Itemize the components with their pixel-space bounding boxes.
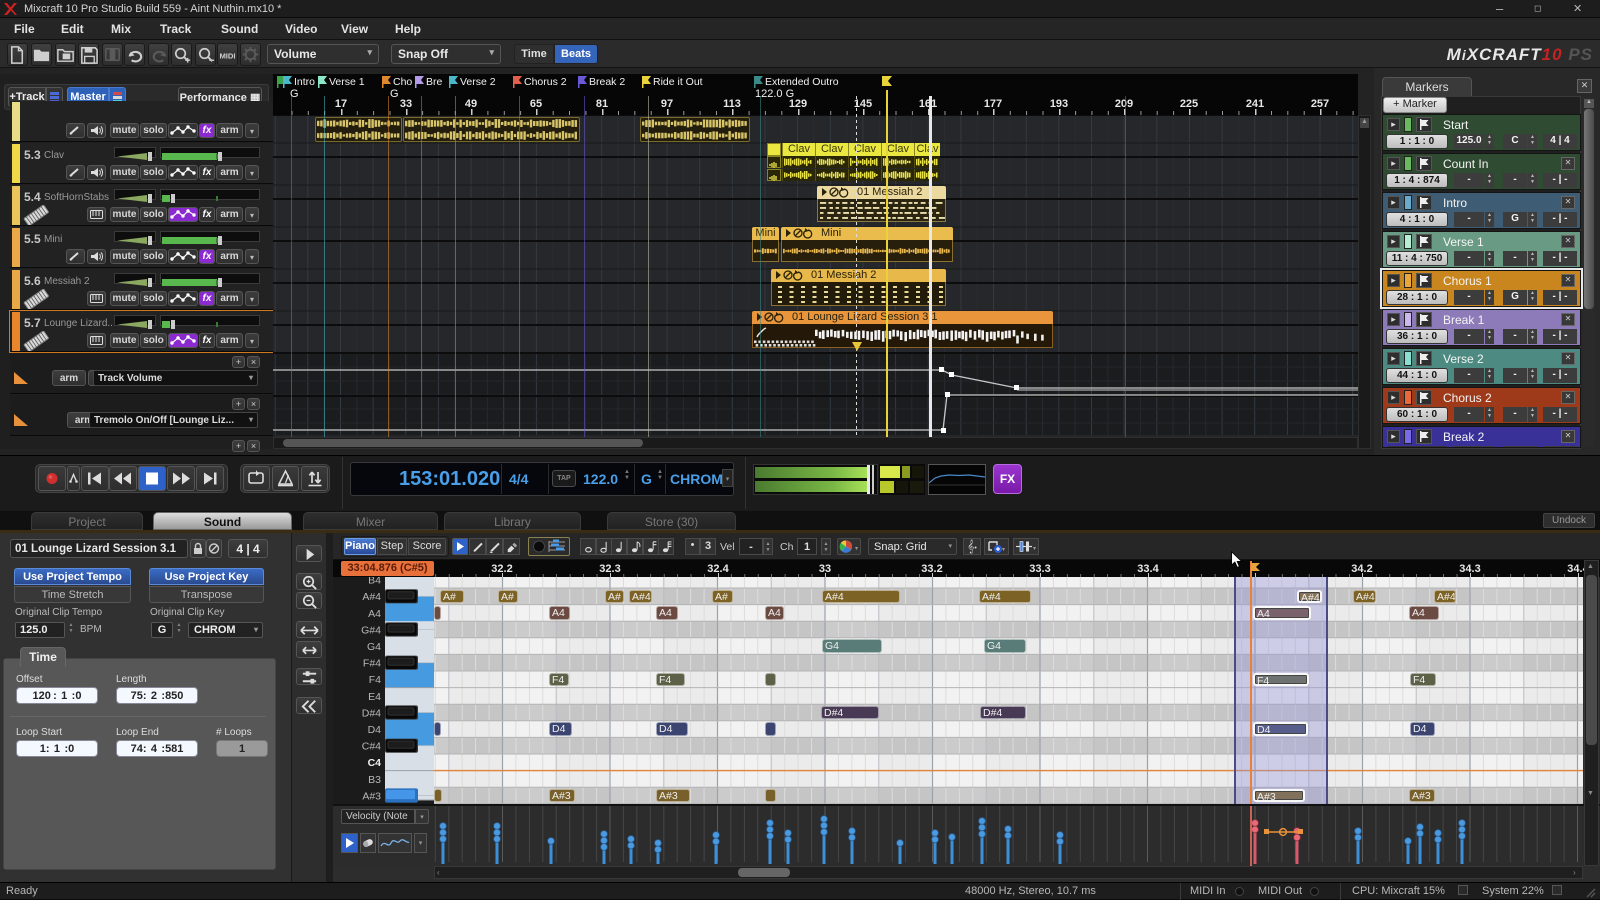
svg-text:225: 225 (1180, 98, 1198, 110)
svg-text:A4: A4 (368, 608, 381, 620)
svg-text:193: 193 (1050, 98, 1068, 110)
svg-text:97: 97 (661, 98, 673, 110)
svg-text:17: 17 (335, 98, 347, 110)
svg-text:113: 113 (723, 98, 741, 110)
svg-text:MIDI: MIDI (219, 51, 235, 60)
svg-text:A#3: A#3 (362, 790, 381, 802)
svg-text:177: 177 (984, 98, 1002, 110)
svg-text:B4: B4 (368, 577, 381, 587)
svg-text:E4: E4 (368, 691, 381, 703)
svg-text:A#4: A#4 (362, 591, 381, 603)
svg-text:B3: B3 (368, 774, 381, 786)
svg-text:33: 33 (400, 98, 412, 110)
svg-text:G#4: G#4 (361, 624, 381, 636)
svg-text:65: 65 (530, 98, 542, 110)
svg-text:D4: D4 (368, 724, 382, 736)
svg-text:81: 81 (596, 98, 608, 110)
svg-text:257: 257 (1311, 98, 1329, 110)
svg-text:G4: G4 (367, 641, 381, 653)
svg-text:C4: C4 (368, 757, 382, 769)
svg-text:161: 161 (919, 98, 937, 110)
svg-text:▾: ▾ (855, 546, 858, 552)
svg-text:241: 241 (1246, 98, 1264, 110)
svg-text:209: 209 (1115, 98, 1133, 110)
svg-text:▾: ▾ (1033, 546, 1036, 552)
svg-text:D#4: D#4 (362, 707, 381, 719)
svg-text:F#4: F#4 (363, 658, 381, 670)
svg-text:C#4: C#4 (362, 741, 381, 753)
svg-text:▾: ▾ (1002, 547, 1005, 553)
svg-text:F4: F4 (369, 674, 381, 686)
svg-text:49: 49 (465, 98, 477, 110)
